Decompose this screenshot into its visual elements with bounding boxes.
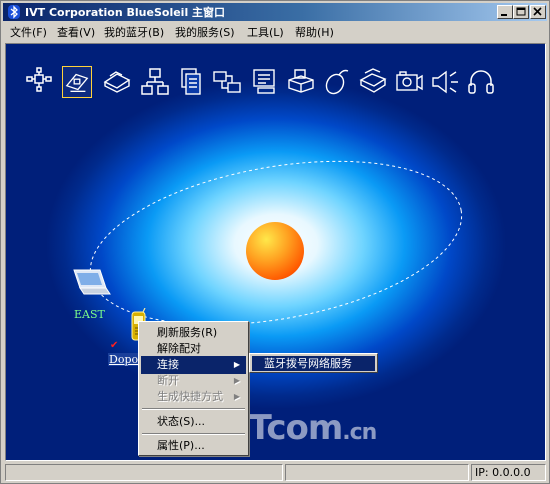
maximize-icon — [516, 7, 526, 16]
menu-bar: 文件(F) 查看(V) 我的蓝牙(B) 我的服务(S) 工具(L) 帮助(H) — [3, 22, 547, 41]
ctx-status-label: 状态(S)... — [157, 415, 206, 428]
laptop-device-icon[interactable] — [66, 266, 112, 306]
ctx-separator — [142, 408, 245, 410]
menu-my-services[interactable]: 我的服务(S) — [175, 24, 235, 40]
status-bar: IP: 0.0.0.0 — [3, 464, 548, 482]
bluetooth-icon — [8, 5, 20, 19]
status-middle — [285, 464, 469, 481]
maximize-button[interactable] — [513, 5, 529, 19]
close-icon — [533, 7, 542, 16]
menu-help[interactable]: 帮助(H) — [295, 24, 334, 40]
ctx-connect-label: 连接 — [157, 358, 179, 371]
ctx-shortcut-label: 生成快捷方式 — [157, 390, 223, 403]
menu-tools[interactable]: 工具(L) — [247, 24, 284, 40]
ctx-properties-label: 属性(P)... — [157, 439, 205, 452]
main-window: IVT Corporation BlueSoleil 主窗口 文件(F) 查看(… — [0, 0, 550, 484]
device-canvas[interactable]: EAST ✔ Dopod iTcom.cn — [5, 43, 546, 461]
ctx-status[interactable]: 状态(S)... — [141, 413, 246, 431]
watermark-tld: .cn — [342, 420, 377, 445]
menu-view[interactable]: 查看(V) — [57, 24, 95, 40]
close-button[interactable] — [530, 5, 546, 19]
connect-submenu: 蓝牙拨号网络服务 — [249, 353, 378, 373]
menu-my-bluetooth[interactable]: 我的蓝牙(B) — [104, 24, 164, 40]
minimize-icon — [501, 14, 507, 16]
ctx-unpair-label: 解除配对 — [157, 342, 201, 355]
submenu-dialup-service[interactable]: 蓝牙拨号网络服务 — [252, 356, 375, 371]
ctx-create-shortcut: 生成快捷方式 ▶ — [141, 388, 246, 406]
watermark-logo: iTcom.cn — [238, 408, 377, 448]
submenu-arrow-icon: ▶ — [233, 392, 240, 401]
device-context-menu: 刷新服务(R) 解除配对 连接 ▶ 断开 ▶ 生成快捷方式 ▶ 状态(S)... 属性… — [138, 321, 249, 456]
minimize-button[interactable] — [497, 5, 513, 19]
status-left — [5, 464, 283, 481]
ctx-separator — [142, 433, 245, 435]
window-title: IVT Corporation BlueSoleil 主窗口 — [25, 6, 226, 19]
laptop-device-label: EAST — [74, 308, 105, 321]
ctx-disconnect-label: 断开 — [157, 374, 179, 387]
watermark-main: iTcom — [238, 408, 343, 448]
paired-check-icon: ✔ — [110, 340, 119, 351]
ctx-refresh-label: 刷新服务(R) — [157, 326, 218, 339]
ctx-properties[interactable]: 属性(P)... — [141, 437, 246, 455]
local-device-orb[interactable] — [246, 222, 304, 280]
status-ip: IP: 0.0.0.0 — [471, 464, 546, 481]
menu-file[interactable]: 文件(F) — [10, 24, 47, 40]
title-bar[interactable]: IVT Corporation BlueSoleil 主窗口 — [3, 3, 547, 21]
